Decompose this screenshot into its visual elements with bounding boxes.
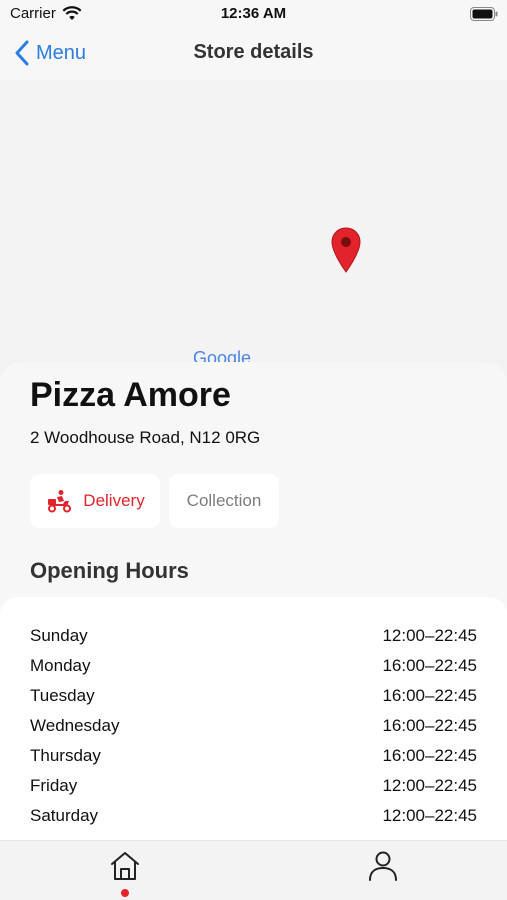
hours-row-tuesday: Tuesday 16:00–22:45 [0,681,507,711]
navigation-bar: Menu Store details [0,30,507,80]
hours-row-saturday: Saturday 12:00–22:45 [0,801,507,831]
delivery-scooter-icon [48,490,72,513]
hours-value: 12:00–22:45 [382,626,477,645]
active-tab-indicator [121,889,129,897]
opening-hours-list: Sunday 12:00–22:45 Monday 16:00–22:45 Tu… [0,597,507,840]
store-name: Pizza Amore [30,376,231,414]
battery-icon [470,7,498,21]
store-details-sheet: Pizza Amore 2 Woodhouse Road, N12 0RG De… [0,362,507,840]
hours-value: 16:00–22:45 [382,686,477,705]
hours-row-thursday: Thursday 16:00–22:45 [0,741,507,771]
store-map[interactable]: Google [0,80,507,380]
day-label: Saturday [30,806,99,825]
hours-value: 16:00–22:45 [382,746,477,765]
page-title: Store details [193,41,314,63]
day-label: Tuesday [30,686,95,705]
day-label: Wednesday [30,716,120,735]
hours-value: 12:00–22:45 [382,776,477,795]
delivery-option-label: Delivery [83,491,145,510]
home-icon[interactable] [108,849,142,883]
status-bar: Carrier 12:36 AM [0,0,507,30]
opening-hours-heading: Opening Hours [30,558,189,583]
hours-row-monday: Monday 16:00–22:45 [0,651,507,681]
collection-option[interactable]: Collection [169,474,279,528]
delivery-option[interactable]: Delivery [30,474,160,528]
hours-value: 16:00–22:45 [382,656,477,675]
hours-row-wednesday: Wednesday 16:00–22:45 [0,711,507,741]
clock: 12:36 AM [220,5,287,22]
collection-option-label: Collection [186,491,262,510]
hours-value: 16:00–22:45 [382,716,477,735]
store-address: 2 Woodhouse Road, N12 0RG [30,428,261,447]
day-label: Friday [30,776,78,795]
day-label: Sunday [30,626,88,645]
hours-row-sunday: Sunday 12:00–22:45 [0,621,507,651]
day-label: Thursday [30,746,101,765]
hours-row-friday: Friday 12:00–22:45 [0,771,507,801]
day-label: Monday [30,656,91,675]
hours-value: 12:00–22:45 [382,806,477,825]
tab-bar [0,840,507,900]
map-pin-icon[interactable] [330,226,362,276]
profile-icon[interactable] [366,849,400,883]
